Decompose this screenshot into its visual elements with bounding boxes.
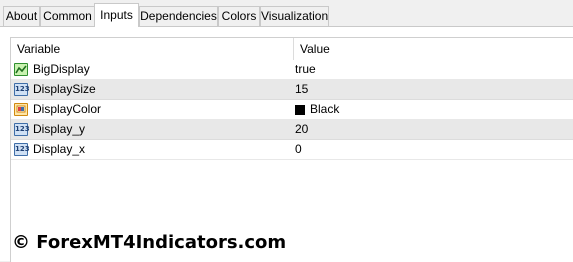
- value-text: Black: [310, 102, 340, 116]
- column-header-value[interactable]: Value: [294, 38, 573, 60]
- variable-name: Display_x: [33, 142, 86, 156]
- watermark-text: © ForexMT4Indicators.com: [12, 232, 287, 253]
- table-row[interactable]: BigDisplay true: [11, 60, 573, 80]
- number-icon: 123: [14, 83, 30, 96]
- variable-value[interactable]: 20: [295, 120, 308, 139]
- variable-name: Display_y: [33, 122, 86, 136]
- column-header-variable[interactable]: Variable: [11, 38, 293, 60]
- inputs-panel: Variable Value BigDisplay true 123 Displ…: [0, 26, 573, 262]
- table-row[interactable]: DisplayColor Black: [11, 100, 573, 120]
- table-row[interactable]: 123 DisplaySize 15: [11, 80, 573, 100]
- number-icon: 123: [14, 143, 30, 156]
- value-text: true: [295, 62, 316, 76]
- tab-bar: About Common Inputs Dependencies Colors …: [0, 0, 573, 27]
- variable-name: DisplaySize: [33, 82, 96, 96]
- table-row[interactable]: 123 Display_y 20: [11, 120, 573, 140]
- grid-header: Variable Value: [11, 38, 573, 60]
- tab-inputs[interactable]: Inputs: [94, 3, 139, 27]
- variable-value[interactable]: Black: [295, 100, 339, 119]
- tab-common[interactable]: Common: [40, 6, 95, 26]
- variable-name: DisplayColor: [33, 102, 102, 116]
- inputs-grid: Variable Value BigDisplay true 123 Displ…: [10, 37, 573, 262]
- variable-value[interactable]: true: [295, 60, 316, 79]
- value-text: 0: [295, 142, 302, 156]
- color-swatch: [295, 104, 305, 115]
- table-row[interactable]: 123 Display_x 0: [11, 140, 573, 160]
- variable-value[interactable]: 15: [295, 80, 308, 99]
- tab-colors[interactable]: Colors: [218, 6, 260, 26]
- tab-visualization[interactable]: Visualization: [260, 6, 329, 26]
- variable-name: BigDisplay: [33, 62, 90, 76]
- value-text: 20: [295, 122, 309, 136]
- bool-icon: [14, 63, 28, 76]
- variable-value[interactable]: 0: [295, 140, 302, 159]
- value-text: 15: [295, 82, 309, 96]
- tab-about[interactable]: About: [3, 6, 40, 26]
- tab-dependencies[interactable]: Dependencies: [139, 6, 218, 26]
- number-icon: 123: [14, 123, 30, 136]
- color-icon: [14, 103, 28, 116]
